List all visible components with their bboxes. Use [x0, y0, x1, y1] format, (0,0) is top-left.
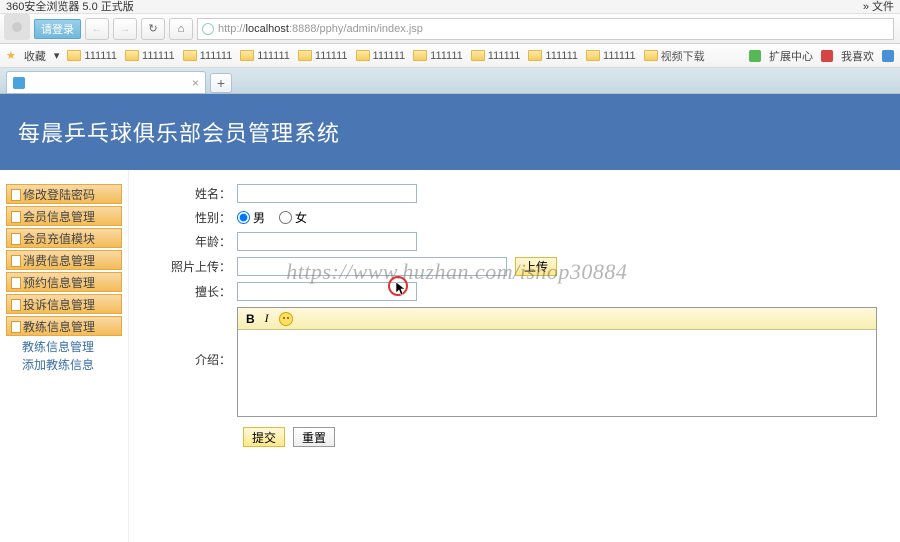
sidebar-item-reservation[interactable]: 预约信息管理 [6, 272, 122, 292]
bookmark-folder[interactable]: 111111 [67, 50, 117, 62]
sidebar-item-recharge[interactable]: 会员充值模块 [6, 228, 122, 248]
editor-body[interactable] [238, 330, 876, 416]
folder-icon [67, 50, 81, 61]
folder-icon [586, 50, 600, 61]
gender-male-radio[interactable]: 男 [237, 209, 265, 226]
url-bar[interactable]: http://localhost:8888/pphy/admin/index.j… [197, 18, 894, 40]
video-download[interactable]: 视频下载 [644, 48, 705, 64]
forward-button[interactable]: → [113, 18, 137, 40]
strength-input[interactable] [237, 282, 417, 301]
sidebar-sub-coach-manage[interactable]: 教练信息管理 [6, 338, 122, 356]
folder-icon [644, 50, 658, 61]
new-tab-button[interactable]: + [210, 73, 232, 93]
ext-icon-3[interactable] [882, 50, 894, 62]
gender-label: 性别： [165, 209, 237, 226]
app-title: 每晨乒乓球俱乐部会员管理系统 [18, 116, 340, 148]
sidebar-item-password[interactable]: 修改登陆密码 [6, 184, 122, 204]
reset-button[interactable]: 重置 [293, 427, 335, 447]
folder-icon [183, 50, 197, 61]
back-button[interactable]: ← [85, 18, 109, 40]
url-text: http://localhost:8888/pphy/admin/index.j… [218, 23, 423, 35]
folder-icon [125, 50, 139, 61]
bookmark-folder[interactable]: 111111 [356, 50, 406, 62]
favorites-icon[interactable]: ★ [6, 49, 16, 62]
emoji-icon[interactable] [279, 312, 293, 326]
bookmark-folder[interactable]: 111111 [528, 50, 578, 62]
browser-titlebar: 360安全浏览器 5.0 正式版 » 文件 [0, 0, 900, 14]
submit-button[interactable]: 提交 [243, 427, 285, 447]
upload-button[interactable]: 上传 [515, 257, 557, 276]
browser-title: 360安全浏览器 5.0 正式版 [6, 0, 134, 14]
favorites-label[interactable]: 收藏 [24, 48, 46, 64]
bookmarks-bar: ★ 收藏 ▾ 111111 111111 111111 111111 11111… [0, 44, 900, 68]
folder-icon [298, 50, 312, 61]
sidebar: 修改登陆密码 会员信息管理 会员充值模块 消费信息管理 预约信息管理 投诉信息管… [0, 170, 128, 542]
gender-female-radio[interactable]: 女 [279, 209, 307, 226]
strength-label: 擅长： [165, 283, 237, 300]
like-label[interactable]: 我喜欢 [841, 48, 874, 64]
bookmark-folder[interactable]: 111111 [183, 50, 233, 62]
age-input[interactable] [237, 232, 417, 251]
intro-label: 介绍： [165, 307, 237, 368]
user-avatar[interactable] [4, 14, 30, 40]
bookmark-folder[interactable]: 111111 [586, 50, 636, 62]
ext-icon-2[interactable] [821, 50, 833, 62]
file-menu[interactable]: 文件 [872, 1, 894, 13]
bookmark-folder[interactable]: 111111 [240, 50, 290, 62]
editor-toolbar: B I [238, 308, 876, 330]
globe-icon [202, 23, 214, 35]
bold-button[interactable]: B [246, 312, 255, 326]
browser-tab[interactable]: × [6, 71, 206, 93]
app-header: 每晨乒乓球俱乐部会员管理系统 [0, 94, 900, 170]
age-label: 年龄： [165, 233, 237, 250]
sidebar-item-complaint[interactable]: 投诉信息管理 [6, 294, 122, 314]
ext-center[interactable]: 扩展中心 [769, 48, 813, 64]
browser-nav: 请登录 ← → ↻ ⌂ http://localhost:8888/pphy/a… [0, 14, 900, 44]
folder-icon [240, 50, 254, 61]
name-label: 姓名： [165, 185, 237, 202]
home-button[interactable]: ⌂ [169, 18, 193, 40]
folder-icon [413, 50, 427, 61]
bookmark-folder[interactable]: 111111 [298, 50, 348, 62]
close-icon[interactable]: × [192, 76, 199, 90]
sidebar-item-consumption[interactable]: 消费信息管理 [6, 250, 122, 270]
photo-label: 照片上传： [165, 258, 237, 275]
tab-bar: × + [0, 68, 900, 94]
login-button[interactable]: 请登录 [34, 19, 81, 39]
folder-icon [471, 50, 485, 61]
photo-input[interactable] [237, 257, 507, 276]
main-panel: 姓名： 性别： 男 女 年龄： 照片上传： 上传 擅长： 介绍： [128, 170, 900, 542]
sidebar-item-member-info[interactable]: 会员信息管理 [6, 206, 122, 226]
italic-button[interactable]: I [265, 311, 269, 326]
reload-button[interactable]: ↻ [141, 18, 165, 40]
tab-favicon [13, 77, 25, 89]
rich-editor: B I [237, 307, 877, 417]
folder-icon [356, 50, 370, 61]
folder-icon [528, 50, 542, 61]
ext-icon-1[interactable] [749, 50, 761, 62]
bookmark-folder[interactable]: 111111 [413, 50, 463, 62]
bookmark-folder[interactable]: 111111 [125, 50, 175, 62]
sidebar-sub-coach-add[interactable]: 添加教练信息 [6, 356, 122, 374]
bookmark-folder[interactable]: 111111 [471, 50, 521, 62]
sidebar-item-coach[interactable]: 教练信息管理 [6, 316, 122, 336]
name-input[interactable] [237, 184, 417, 203]
